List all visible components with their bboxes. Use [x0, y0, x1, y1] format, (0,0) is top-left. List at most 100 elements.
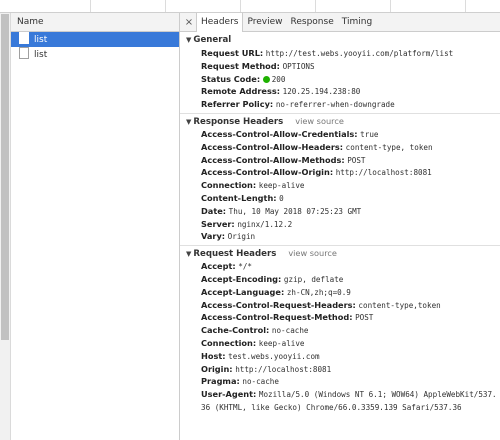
header-key: Accept-Encoding:	[201, 273, 282, 284]
header-value: 0	[279, 193, 284, 203]
request-headers-section: ▼ Request Headers view source Accept: */* …	[180, 247, 500, 414]
header-row: Server: nginx/1.12.2	[180, 218, 500, 231]
header-value: no-referrer-when-downgrade	[275, 100, 395, 110]
left-scrollbar[interactable]	[0, 13, 11, 440]
header-value: OPTIONS	[282, 61, 315, 71]
header-row: Status Code: 200	[180, 73, 500, 86]
header-row: Access-Control-Allow-Headers: content-ty…	[180, 141, 500, 154]
tab-preview[interactable]: Preview	[243, 13, 286, 31]
request-name: list	[34, 35, 48, 45]
header-row: Vary: Origin	[180, 230, 500, 243]
header-value: nginx/1.12.2	[237, 219, 293, 229]
header-value: 120.25.194.238:80	[282, 87, 361, 97]
status-ok-icon	[262, 75, 270, 83]
header-row: Accept: */*	[180, 260, 500, 273]
request-details-pane: × Headers Preview Response Timing ▼ Gener…	[180, 13, 500, 440]
header-row: Pragma: no-cache	[180, 375, 500, 388]
request-row[interactable]: list	[11, 32, 179, 47]
header-key: Access-Control-Allow-Methods:	[201, 154, 345, 165]
header-key: Access-Control-Allow-Origin:	[201, 167, 334, 178]
header-row: User-Agent: Mozilla/5.0 (Windows NT 6.1;…	[180, 388, 500, 401]
header-value: test.webs.yooyii.com	[228, 351, 320, 361]
caret-down-icon: ▼	[186, 36, 192, 44]
header-value: 36 (KHTML, like Gecko) Chrome/66.0.3359.…	[201, 402, 462, 412]
timeline-tick	[390, 0, 391, 12]
header-value: content-type, token	[345, 142, 433, 152]
header-row: Remote Address: 120.25.194.238:80	[180, 85, 500, 98]
header-key: Request Method:	[201, 60, 280, 71]
request-name: list	[34, 50, 48, 60]
name-column-header[interactable]: Name	[11, 13, 179, 32]
response-headers-section: ▼ Response Headers view source Access-Cont…	[180, 115, 500, 243]
timeline-tick	[90, 0, 91, 12]
general-section-toggle[interactable]: ▼ General	[180, 34, 500, 47]
header-row: Access-Control-Allow-Credentials: true	[180, 128, 500, 141]
header-row: Date: Thu, 10 May 2018 07:25:23 GMT	[180, 205, 500, 218]
header-key: Server:	[201, 218, 235, 229]
response-headers-toggle[interactable]: ▼ Response Headers view source	[180, 115, 500, 128]
tab-response[interactable]: Response	[287, 13, 338, 31]
header-value: POST	[347, 155, 366, 165]
section-divider	[180, 112, 500, 114]
header-key: Accept:	[201, 261, 236, 272]
header-value: */*	[238, 262, 252, 272]
header-value: Thu, 10 May 2018 07:25:23 GMT	[228, 206, 362, 216]
header-value: keep-alive	[258, 181, 305, 191]
header-row: Referrer Policy: no-referrer-when-downgr…	[180, 98, 500, 111]
header-key: Connection:	[201, 337, 257, 348]
request-row[interactable]: list	[11, 47, 179, 62]
header-value: http://localhost:8081	[335, 168, 432, 178]
header-row: Access-Control-Allow-Origin: http://loca…	[180, 166, 500, 179]
section-title: Request Headers	[193, 249, 277, 260]
details-tabbar: × Headers Preview Response Timing	[180, 13, 500, 32]
caret-down-icon: ▼	[186, 250, 192, 259]
header-row: Content-Length: 0	[180, 192, 500, 205]
header-key: Cache-Control:	[201, 325, 270, 336]
header-value: http://test.webs.yooyii.com/platform/lis…	[265, 49, 454, 58]
request-headers-toggle[interactable]: ▼ Request Headers view source	[180, 247, 500, 260]
timeline-overview	[0, 0, 500, 13]
header-key: Vary:	[201, 231, 226, 242]
document-icon	[19, 47, 29, 59]
request-list-pane: Name list list	[11, 13, 180, 440]
tab-timing[interactable]: Timing	[338, 13, 376, 31]
view-source-link[interactable]: view source	[295, 116, 344, 126]
header-row: Connection: keep-alive	[180, 179, 500, 192]
section-divider	[180, 245, 500, 247]
header-value: zh-CN,zh;q=0.9	[286, 287, 351, 297]
header-key: Pragma:	[201, 376, 240, 387]
header-key: Access-Control-Allow-Headers:	[201, 141, 344, 152]
header-row: Accept-Language: zh-CN,zh;q=0.9	[180, 286, 500, 299]
section-title: Response Headers	[193, 116, 284, 127]
scrollbar-thumb[interactable]	[1, 14, 9, 340]
header-key: Remote Address:	[201, 86, 281, 97]
view-source-link[interactable]: view source	[288, 248, 337, 258]
section-title: General	[193, 35, 232, 45]
timeline-tick	[315, 0, 316, 12]
header-value: gzip, deflate	[283, 274, 344, 284]
header-value: no-cache	[242, 377, 279, 387]
header-value: content-type,token	[358, 300, 441, 310]
header-key: User-Agent:	[201, 389, 257, 400]
header-value: Mozilla/5.0 (Windows NT 6.1; WOW64) Appl…	[258, 390, 497, 400]
header-row-continuation: 36 (KHTML, like Gecko) Chrome/66.0.3359.…	[180, 401, 500, 414]
header-value: 200	[271, 74, 286, 84]
header-value: keep-alive	[258, 338, 305, 348]
header-key: Request URL:	[201, 48, 264, 58]
header-row: Cache-Control: no-cache	[180, 324, 500, 337]
caret-down-icon: ▼	[186, 117, 192, 126]
header-row: Origin: http://localhost:8081	[180, 363, 500, 376]
header-value: true	[360, 129, 379, 139]
header-value: Origin	[227, 232, 256, 242]
timeline-tick	[240, 0, 241, 12]
header-key: Host:	[201, 350, 226, 361]
header-key: Content-Length:	[201, 192, 277, 203]
header-row: Accept-Encoding: gzip, deflate	[180, 273, 500, 286]
close-icon[interactable]: ×	[182, 17, 196, 28]
tab-headers[interactable]: Headers	[196, 13, 244, 32]
header-key: Date:	[201, 205, 227, 216]
header-key: Access-Control-Request-Method:	[201, 312, 353, 323]
header-key: Access-Control-Allow-Credentials:	[201, 128, 358, 139]
header-key: Referrer Policy:	[201, 99, 274, 110]
header-value: POST	[355, 313, 374, 323]
